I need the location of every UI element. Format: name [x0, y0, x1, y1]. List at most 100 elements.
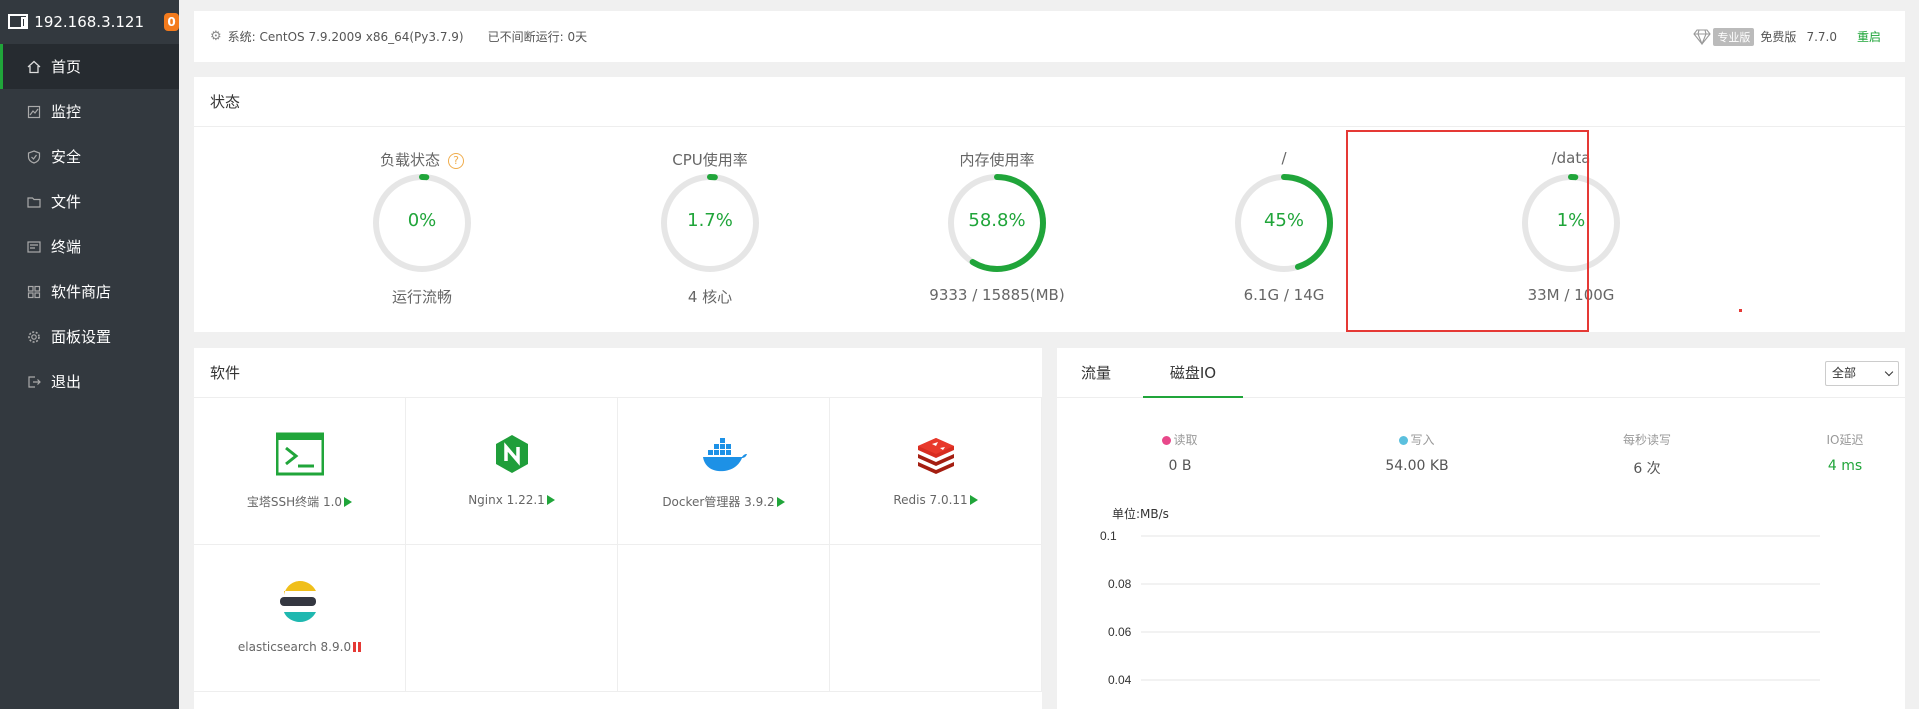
- y-tick-label: 0.06: [1108, 625, 1132, 639]
- stat-value: 0 B: [1168, 458, 1192, 474]
- stat-label: IO延迟: [1826, 433, 1864, 447]
- running-indicator-icon: [969, 495, 978, 505]
- stat-value: 54.00 KB: [1385, 458, 1449, 474]
- software-panel: 软件 宝塔SSH终端 1.0 Nginx 1.22.1 Docker管理器 3.…: [194, 348, 1042, 709]
- software-item-redis[interactable]: Redis 7.0.11: [830, 398, 1042, 545]
- stat-label: 每秒读写: [1622, 433, 1671, 447]
- version-number: 7.7.0: [1806, 29, 1837, 44]
- sidebar-item-panel-settings[interactable]: 面板设置: [0, 314, 179, 359]
- sidebar-item-label: 监控: [51, 103, 82, 121]
- status-title: 状态: [194, 77, 1905, 127]
- software-name: Nginx 1.22.1: [468, 493, 545, 507]
- diamond-icon: [1693, 28, 1712, 45]
- notification-badge[interactable]: 0: [164, 13, 179, 31]
- sidebar-item-label: 软件商店: [51, 283, 112, 301]
- gauge-value: 58.8%: [968, 210, 1026, 231]
- sidebar-item-files[interactable]: 文件: [0, 179, 179, 224]
- system-info: 系统: CentOS 7.9.2009 x86_64(Py3.7.9): [227, 30, 464, 44]
- home-icon: [27, 60, 41, 74]
- software-title: 软件: [194, 348, 1042, 398]
- gauge-memory[interactable]: 内存使用率 58.8% 9333 / 15885(MB): [897, 127, 1097, 332]
- y-tick-group: 0.1 0.08 0.06 0.04: [1100, 529, 1820, 687]
- software-empty-slot: [406, 545, 618, 692]
- folder-icon: [27, 195, 41, 209]
- pro-edition-tag[interactable]: 专业版: [1713, 27, 1755, 46]
- io-chart: 0.1 0.08 0.06 0.04: [1100, 529, 1820, 687]
- gauge-subtext: 运行流畅: [391, 288, 452, 306]
- stat-label: 读取: [1173, 433, 1198, 447]
- terminal-icon: [27, 240, 41, 254]
- gauge-cpu[interactable]: CPU使用率 1.7% 4 核心: [610, 127, 810, 332]
- sidebar-item-monitor[interactable]: 监控: [0, 89, 179, 134]
- stat-read: 读取 0 B: [1120, 431, 1240, 474]
- software-item-docker[interactable]: Docker管理器 3.9.2: [618, 398, 830, 545]
- highlight-box: [1346, 130, 1589, 332]
- y-tick-label: 0.08: [1108, 577, 1132, 591]
- gear-icon: [27, 330, 41, 344]
- redis-icon: [918, 438, 954, 474]
- software-item-elasticsearch[interactable]: elasticsearch 8.9.0: [194, 545, 406, 692]
- gauge-subtext: 4 核心: [687, 288, 733, 306]
- gauge-title: 内存使用率: [959, 151, 1035, 169]
- chart-unit: 单位:MB/s: [1112, 507, 1169, 521]
- terminal-app-icon: [276, 432, 324, 476]
- sidebar-header[interactable]: 192.168.3.121 0: [0, 0, 179, 44]
- running-indicator-icon: [776, 497, 785, 507]
- sidebar-item-label: 退出: [51, 373, 82, 391]
- sidebar-item-label: 首页: [51, 58, 82, 76]
- uptime: 已不间断运行: 0天: [487, 30, 588, 44]
- shield-icon: [27, 149, 41, 164]
- sidebar-item-logout[interactable]: 退出: [0, 359, 179, 404]
- write-legend-dot: [1399, 436, 1409, 445]
- chevron-down-icon: [1884, 367, 1894, 377]
- stat-write: 写入 54.00 KB: [1357, 431, 1477, 474]
- sidebar-item-label: 面板设置: [51, 328, 112, 346]
- computer-icon: [8, 14, 29, 30]
- running-indicator-icon: [546, 495, 555, 505]
- software-item-ssh[interactable]: 宝塔SSH终端 1.0: [194, 398, 406, 545]
- gauge-title: CPU使用率: [672, 151, 748, 169]
- stopped-indicator-icon: [353, 642, 362, 652]
- elasticsearch-icon: [280, 581, 316, 622]
- io-tabs: 流量 磁盘IO 全部: [1057, 348, 1905, 398]
- restart-link[interactable]: 重启: [1857, 28, 1881, 45]
- grid-icon: [27, 285, 41, 299]
- gauge-value: 1.7%: [687, 210, 733, 231]
- software-empty-slot: [830, 545, 1042, 692]
- nginx-icon: [496, 435, 528, 473]
- tab-traffic[interactable]: 流量: [1081, 348, 1111, 398]
- disk-select[interactable]: 全部: [1825, 361, 1899, 386]
- software-item-nginx[interactable]: Nginx 1.22.1: [406, 398, 618, 545]
- red-dot-mark: [1739, 309, 1742, 312]
- disk-select-value: 全部: [1832, 366, 1857, 380]
- software-name: elasticsearch 8.9.0: [237, 640, 352, 654]
- software-name: 宝塔SSH终端 1.0: [246, 495, 343, 509]
- gauge-title: 负载状态: [379, 151, 440, 169]
- tab-disk-io[interactable]: 磁盘IO: [1143, 348, 1243, 398]
- help-icon[interactable]: ?: [448, 153, 464, 169]
- software-empty-slot: [618, 545, 830, 692]
- host-address: 192.168.3.121: [34, 13, 145, 31]
- sidebar-item-terminal[interactable]: 终端: [0, 224, 179, 269]
- sidebar-item-label: 终端: [51, 238, 82, 256]
- gauge-value: 0%: [407, 210, 437, 231]
- sidebar-item-label: 文件: [51, 193, 82, 211]
- stat-value: 6 次: [1633, 461, 1661, 477]
- stat-label: 写入: [1410, 433, 1435, 447]
- disk-io-panel: 流量 磁盘IO 全部 读取 0 B 写入 54.00 KB 每秒读写 6 次 I…: [1057, 348, 1905, 709]
- status-panel: 状态 负载状态? 0% 运行流畅 CPU使用率 1.7% 4 核心 内存使用率 …: [194, 77, 1905, 332]
- gauge-load[interactable]: 负载状态? 0% 运行流畅: [322, 127, 522, 332]
- stat-iops: 每秒读写 6 次: [1587, 431, 1707, 478]
- docker-icon: [703, 438, 747, 472]
- sidebar-item-app-store[interactable]: 软件商店: [0, 269, 179, 314]
- gear-icon: ⚙: [210, 29, 222, 44]
- free-edition-label: 免费版: [1760, 30, 1797, 44]
- monitor-icon: [27, 105, 41, 119]
- running-indicator-icon: [344, 497, 353, 507]
- gauge-subtext: 9333 / 15885(MB): [929, 286, 1065, 304]
- stat-value: 4 ms: [1827, 458, 1863, 474]
- sidebar-item-security[interactable]: 安全: [0, 134, 179, 179]
- read-legend-dot: [1162, 436, 1172, 445]
- system-info-bar: ⚙ 系统: CentOS 7.9.2009 x86_64(Py3.7.9) 已不…: [194, 11, 1905, 62]
- sidebar-item-home[interactable]: 首页: [0, 44, 179, 89]
